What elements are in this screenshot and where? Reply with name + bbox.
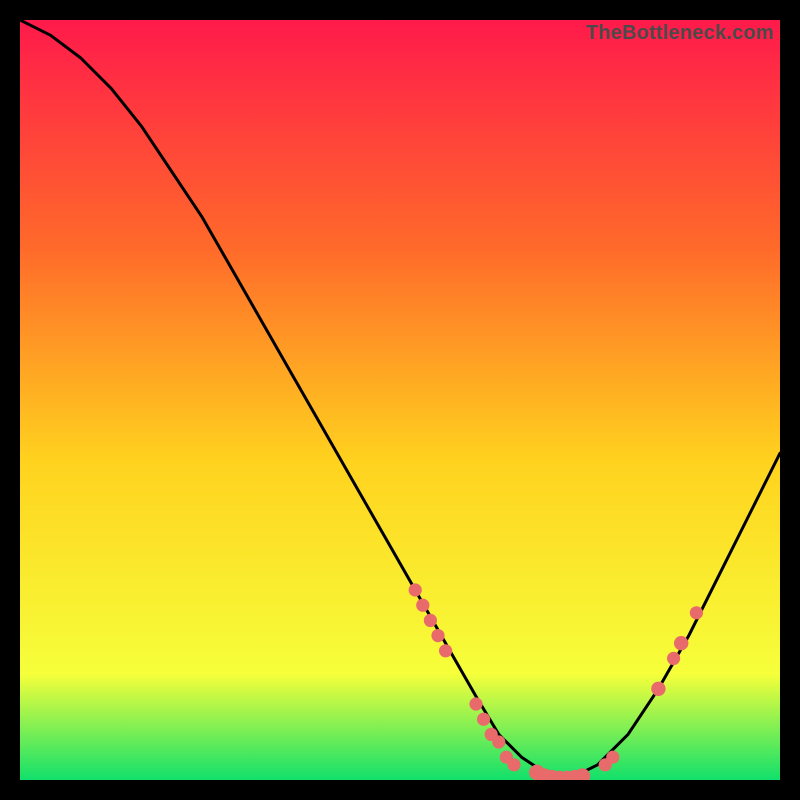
curve-marker <box>416 599 429 612</box>
gradient-background <box>20 20 780 780</box>
curve-marker <box>690 606 703 619</box>
curve-marker <box>409 583 422 596</box>
curve-marker <box>507 758 520 771</box>
chart-frame: TheBottleneck.com <box>20 20 780 780</box>
curve-marker <box>651 682 665 696</box>
bottleneck-chart <box>20 20 780 780</box>
curve-marker <box>674 636 688 650</box>
curve-marker <box>424 614 437 627</box>
curve-marker <box>492 735 505 748</box>
watermark-label: TheBottleneck.com <box>586 22 774 45</box>
curve-marker <box>469 697 482 710</box>
curve-marker <box>606 751 619 764</box>
curve-marker <box>439 644 452 657</box>
curve-marker <box>667 652 680 665</box>
curve-marker <box>431 629 444 642</box>
curve-marker <box>477 713 490 726</box>
